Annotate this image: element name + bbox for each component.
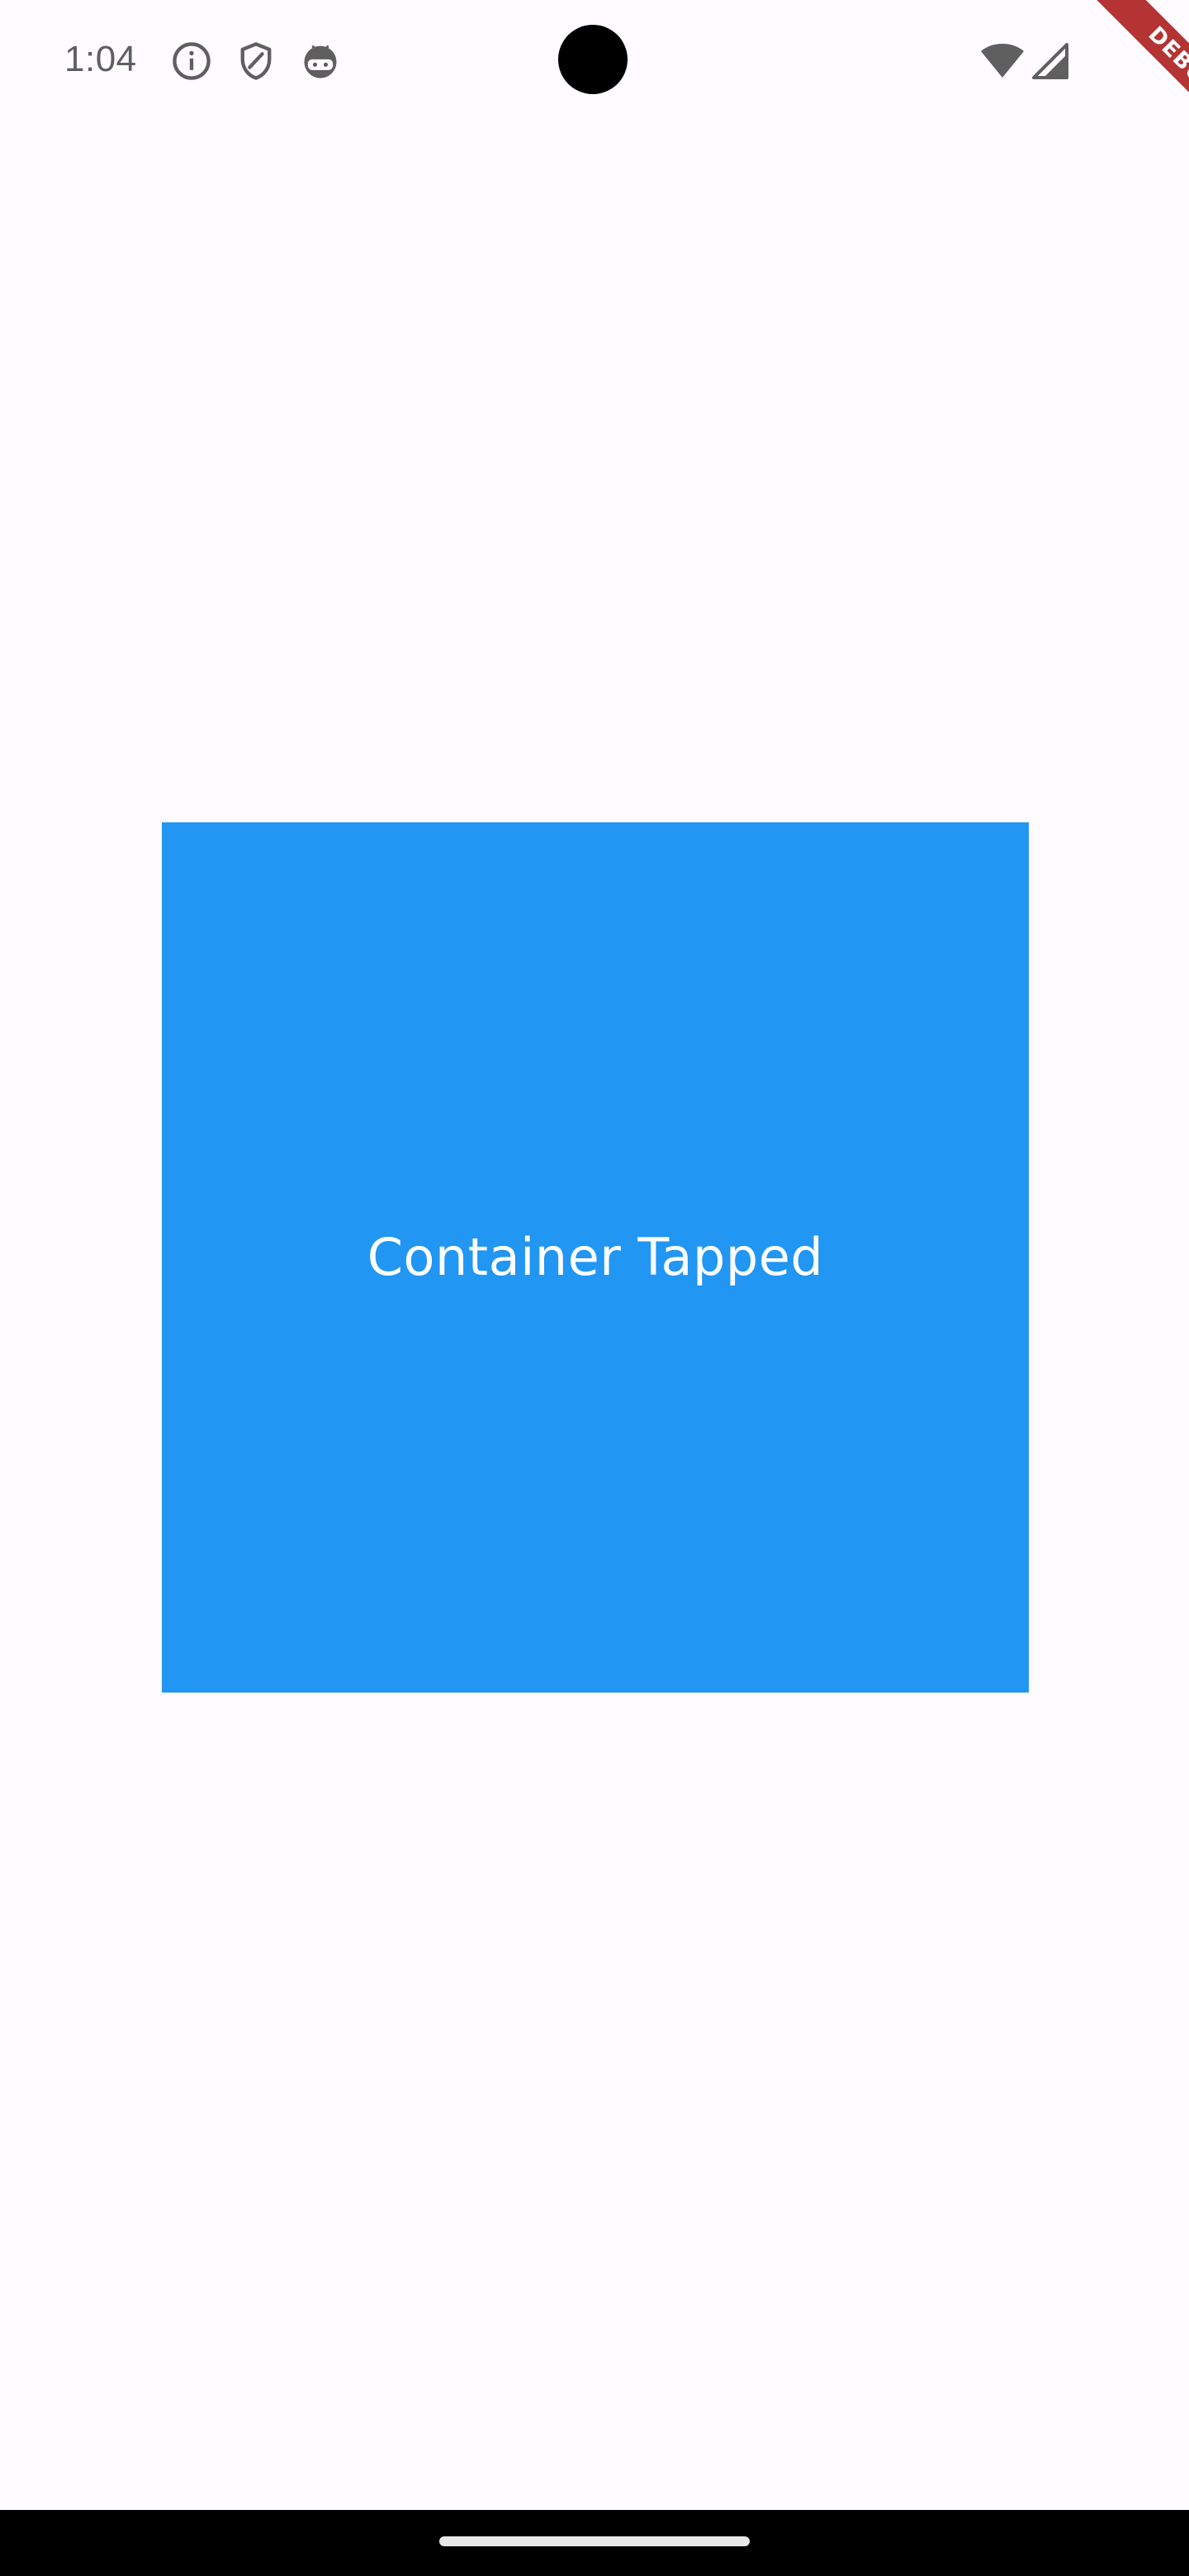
container-tapped-label: Container Tapped <box>367 1227 824 1287</box>
cell-signal-icon <box>1030 41 1070 81</box>
tap-container[interactable]: Container Tapped <box>162 822 1029 1693</box>
home-gesture-handle[interactable] <box>439 2536 750 2546</box>
camera-cutout <box>558 25 628 94</box>
navigation-bar <box>0 2510 1189 2576</box>
shield-icon <box>234 40 277 83</box>
wifi-icon <box>979 41 1026 81</box>
android-robot-icon <box>299 40 342 83</box>
status-time: 1:04 <box>64 39 137 79</box>
info-icon <box>170 40 213 83</box>
